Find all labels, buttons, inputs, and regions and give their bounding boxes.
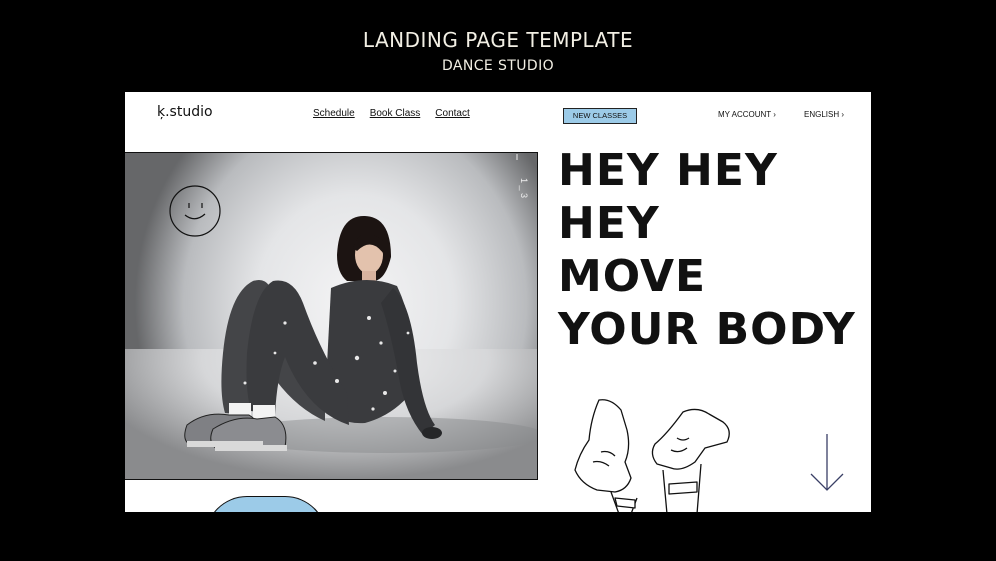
site-logo[interactable]: ķ.studio: [157, 104, 213, 120]
smiley-doodle-icon: [169, 185, 221, 237]
template-header-title: LANDING PAGE TEMPLATE: [362, 28, 634, 52]
headline-line-2: HEY: [558, 198, 660, 249]
headline-line-4: YOUR BODY: [558, 304, 856, 355]
hero-headline: HEY HEY HEY MOVE YOUR BODY: [558, 144, 858, 356]
my-account-link[interactable]: MY ACCOUNT ›: [718, 110, 776, 119]
sneakers-doodle-icon: [574, 399, 730, 512]
new-classes-button[interactable]: NEW CLASSES: [563, 108, 637, 124]
nav-link-schedule[interactable]: Schedule: [313, 108, 355, 119]
nav-link-contact[interactable]: Contact: [435, 108, 469, 119]
decorative-blob: [205, 496, 327, 512]
nav-link-book-class[interactable]: Book Class: [370, 108, 421, 119]
dancer-figure: [169, 185, 537, 453]
svg-text:1 _ 3: 1 _ 3: [519, 178, 529, 198]
slide-counter: 1 _ 3: [516, 154, 529, 198]
hero-photo: [125, 152, 538, 480]
template-header-subtitle: DANCE STUDIO: [441, 58, 555, 74]
headline-line-3: MOVE: [558, 251, 707, 302]
headline-line-1: HEY HEY: [558, 145, 778, 196]
landing-page-mockup: ķ.studio Schedule Book Class Contact NEW…: [125, 92, 871, 512]
language-selector[interactable]: ENGLISH ›: [804, 110, 844, 119]
arrow-down-icon[interactable]: [807, 432, 847, 494]
main-nav: Schedule Book Class Contact: [313, 108, 470, 119]
